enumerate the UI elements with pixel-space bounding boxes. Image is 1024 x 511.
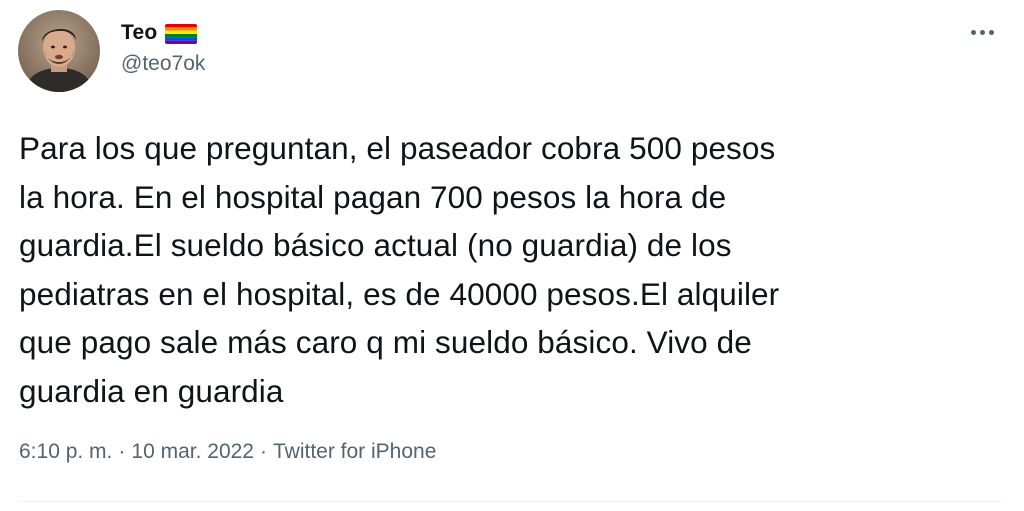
tweet-text-line: guardia en guardia [19,372,284,409]
avatar[interactable] [18,10,100,92]
divider [19,501,1002,502]
more-options-icon [970,29,976,35]
tweet-text-line: guardia.El sueldo básico actual (no guar… [19,227,732,263]
tweet-card: Teo @teo7ok Para los que preguntan, el p… [0,0,1024,511]
tweet-metadata: 6:10 p. m. · 10 mar. 2022 · Twitter for … [19,440,436,464]
tweet-text-line: pediatras en el hospital, es de 40000 pe… [19,275,780,312]
meta-separator: · [259,440,267,463]
author-display-name[interactable]: Teo [121,21,157,45]
author-name-row: Teo [121,18,198,48]
more-options-button[interactable] [962,18,1002,46]
rainbow-flag-icon [165,23,198,44]
tweet-text-line: la hora. En el hospital pagan 700 pesos … [19,178,727,215]
tweet-time[interactable]: 6:10 p. m. [19,440,112,464]
tweet-text-line: Para los que preguntan, el paseador cobr… [19,130,776,166]
author-handle[interactable]: @teo7ok [121,52,205,76]
more-options-icon-dot [979,29,985,35]
tweet-text: Para los que preguntan, el paseador cobr… [19,124,1009,415]
more-options-icon-dot [988,29,994,35]
tweet-source[interactable]: Twitter for iPhone [273,440,436,464]
tweet-date[interactable]: 10 mar. 2022 [131,440,254,464]
tweet-text-line: que pago sale más caro q mi sueldo básic… [19,324,752,360]
meta-separator: · [118,440,126,463]
avatar-photo-icon [18,10,100,92]
